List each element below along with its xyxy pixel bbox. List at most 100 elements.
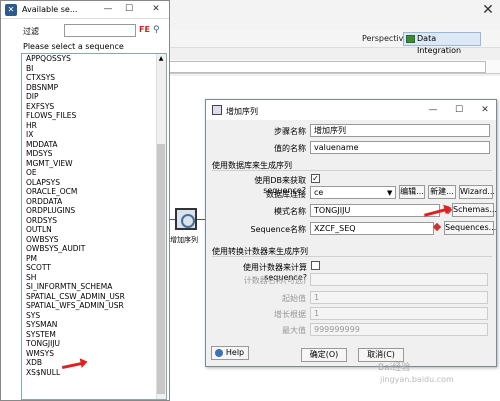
schema-input[interactable]: TONGJIJU: [310, 204, 440, 217]
list-item[interactable]: OUTLN: [22, 225, 166, 235]
help-button[interactable]: Help: [211, 346, 249, 360]
list-item[interactable]: SI_INFORMTN_SCHEMA: [22, 282, 166, 292]
sequence-name-label: Sequence名称: [250, 225, 306, 234]
schema-label: 模式名称: [274, 207, 306, 216]
group-divider: [212, 256, 492, 257]
list-item[interactable]: SPATIAL_CSW_ADMIN_USR: [22, 292, 166, 302]
watermark-url: jingyan.baidu.com: [380, 375, 454, 384]
list-item[interactable]: DIP: [22, 92, 166, 102]
use-db-checkbox[interactable]: ✓: [311, 174, 320, 183]
variable-icon: [432, 222, 442, 232]
list-item[interactable]: TONGJIJU: [22, 339, 166, 349]
value-name-label: 值的名称: [274, 144, 306, 153]
dialog-title: 增加序列: [226, 107, 258, 116]
list-item[interactable]: XS$NULL: [22, 368, 166, 378]
list-item[interactable]: MDSYS: [22, 149, 166, 159]
ok-button[interactable]: 确定(O): [301, 348, 347, 362]
list-item[interactable]: SYS: [22, 311, 166, 321]
sequence-list-items: APPQOSSYS BI CTXSYS DBSNMP DIP EXFSYS FLOWS_FI…: [22, 54, 166, 377]
filter-case-icon[interactable]: FE: [139, 25, 151, 36]
help-icon: [215, 349, 223, 357]
perspective-button[interactable]: Data Integration: [403, 32, 481, 55]
dialog-title-bar: 增加序列 — ☐ ✕: [206, 100, 496, 120]
filter-input[interactable]: [64, 24, 136, 37]
list-item[interactable]: XDB: [22, 358, 166, 368]
list-item[interactable]: BI: [22, 64, 166, 74]
available-sequences-window: ✕ Available se... — ☐ ✕ 过滤 FE ⚲ Please s…: [0, 0, 170, 401]
list-item[interactable]: WMSYS: [22, 349, 166, 359]
list-item[interactable]: SH: [22, 273, 166, 283]
list-item[interactable]: SYSMAN: [22, 320, 166, 330]
list-item[interactable]: OLAPSYS: [22, 178, 166, 188]
group-divider: [212, 170, 492, 171]
minimize-icon[interactable]: —: [101, 3, 115, 16]
use-counter-checkbox[interactable]: [311, 261, 320, 270]
window-title: Available se...: [22, 5, 78, 14]
help-label: Help: [225, 348, 245, 357]
value-name-input[interactable]: valuename: [310, 141, 490, 154]
list-item[interactable]: IX: [22, 130, 166, 140]
connection-label: 数据库连接: [266, 190, 306, 199]
sequence-list[interactable]: APPQOSSYS BI CTXSYS DBSNMP DIP EXFSYS FLOWS_FI…: [21, 53, 167, 400]
increment-label: 增长根据: [274, 310, 306, 319]
start-label: 起始值: [282, 294, 306, 303]
sequence-name-input[interactable]: XZCF_SEQ: [310, 222, 434, 235]
max-input: 999999999: [310, 323, 488, 336]
counter-name-label: 计数器名称(可选): [243, 276, 306, 285]
start-input: 1: [310, 291, 488, 304]
scrollbar-thumb[interactable]: [157, 144, 165, 394]
max-label: 最大值: [282, 326, 306, 335]
list-item[interactable]: OWBSYS_AUDIT: [22, 244, 166, 254]
wizard-button[interactable]: Wizard...: [459, 185, 495, 199]
list-item[interactable]: ORDSYS: [22, 216, 166, 226]
scrollbar[interactable]: ▲: [156, 54, 166, 399]
chevron-up-icon[interactable]: ▲: [157, 55, 165, 63]
connection-value: ce: [314, 188, 324, 197]
watermark: Bai经验: [378, 363, 411, 373]
increment-input: 1: [310, 307, 488, 320]
close-icon[interactable]: ✕: [478, 104, 492, 117]
add-sequence-step-icon[interactable]: [175, 208, 197, 230]
list-item[interactable]: DBSNMP: [22, 83, 166, 93]
list-item[interactable]: CTXSYS: [22, 73, 166, 83]
list-item[interactable]: HR: [22, 121, 166, 131]
maximize-icon[interactable]: ☐: [122, 3, 136, 16]
list-item[interactable]: OE: [22, 168, 166, 178]
list-item[interactable]: MDDATA: [22, 140, 166, 150]
list-item[interactable]: OWBSYS: [22, 235, 166, 245]
new-button[interactable]: 新建...: [428, 185, 456, 199]
list-item[interactable]: PM: [22, 254, 166, 264]
perspective-value: Data Integration: [417, 34, 462, 55]
add-sequence-dialog: 增加序列 — ☐ ✕ 步骤名称 增加序列 值的名称 valuename 使用数据…: [205, 99, 497, 367]
chevron-down-icon: ▼: [387, 189, 393, 197]
list-item[interactable]: SPATIAL_WFS_ADMIN_USR: [22, 301, 166, 311]
list-item[interactable]: ORDPLUGINS: [22, 206, 166, 216]
dialog-icon: [212, 105, 222, 115]
list-item[interactable]: SCOTT: [22, 263, 166, 273]
list-item[interactable]: ORDDATA: [22, 197, 166, 207]
step-name-input[interactable]: 增加序列: [310, 124, 490, 137]
connection-select[interactable]: ce ▼: [310, 186, 396, 199]
list-item[interactable]: MGMT_VIEW: [22, 159, 166, 169]
list-item[interactable]: SYSTEM: [22, 330, 166, 340]
step-name-label: 步骤名称: [274, 127, 306, 136]
edit-button[interactable]: 编辑...: [399, 185, 425, 199]
counter-name-input: [310, 273, 488, 286]
list-item[interactable]: EXFSYS: [22, 102, 166, 112]
title-bar: ✕ Available se... — ☐ ✕: [1, 1, 169, 19]
close-icon[interactable]: ✕: [478, 2, 498, 18]
list-item[interactable]: FLOWS_FILES: [22, 111, 166, 121]
filter-label: 过滤: [23, 27, 39, 36]
close-icon[interactable]: ✕: [149, 3, 163, 16]
maximize-icon[interactable]: ☐: [452, 104, 466, 117]
select-prompt: Please select a sequence: [23, 42, 124, 51]
data-integration-icon: [406, 35, 415, 43]
step-label: 增加序列: [170, 236, 198, 244]
schemas-button[interactable]: Schemas...: [452, 203, 497, 217]
search-icon[interactable]: ⚲: [153, 25, 163, 36]
minimize-icon[interactable]: —: [426, 104, 440, 117]
list-item[interactable]: APPQOSSYS: [22, 54, 166, 64]
sequences-button[interactable]: Sequences...: [444, 221, 496, 235]
kettle-icon: ✕: [5, 4, 17, 16]
list-item[interactable]: ORACLE_OCM: [22, 187, 166, 197]
